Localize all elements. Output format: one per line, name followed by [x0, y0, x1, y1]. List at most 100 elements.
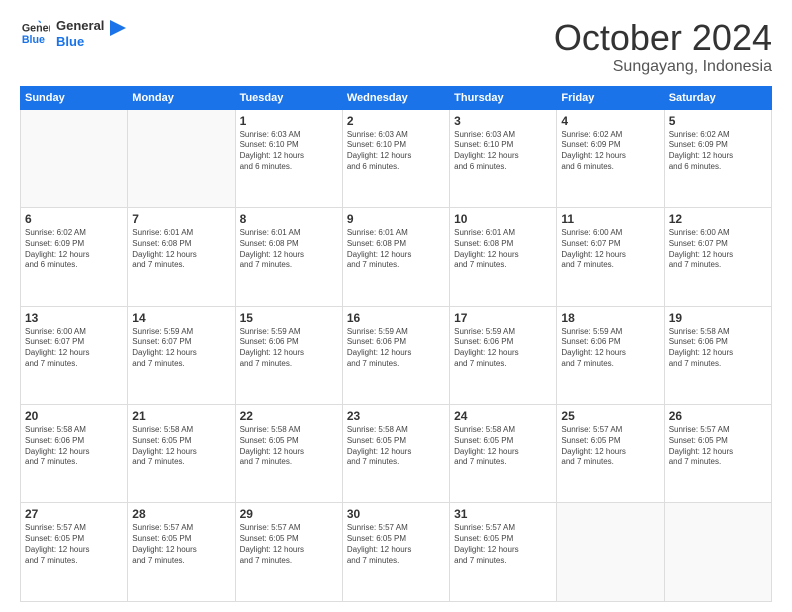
table-row: 19 Sunrise: 5:58 AMSunset: 6:06 PMDayligh… [664, 306, 771, 404]
day-info: Sunrise: 6:03 AMSunset: 6:10 PMDaylight:… [347, 130, 445, 173]
day-number: 23 [347, 409, 445, 423]
day-info: Sunrise: 5:57 AMSunset: 6:05 PMDaylight:… [25, 523, 123, 566]
logo: General Blue General Blue [20, 18, 126, 49]
day-info: Sunrise: 6:00 AMSunset: 6:07 PMDaylight:… [669, 228, 767, 271]
table-row: 11 Sunrise: 6:00 AMSunset: 6:07 PMDayligh… [557, 208, 664, 306]
table-row: 17 Sunrise: 5:59 AMSunset: 6:06 PMDayligh… [450, 306, 557, 404]
day-number: 24 [454, 409, 552, 423]
day-info: Sunrise: 6:02 AMSunset: 6:09 PMDaylight:… [669, 130, 767, 173]
day-number: 4 [561, 114, 659, 128]
day-number: 1 [240, 114, 338, 128]
day-number: 28 [132, 507, 230, 521]
calendar-week-row: 13 Sunrise: 6:00 AMSunset: 6:07 PMDayligh… [21, 306, 772, 404]
header-friday: Friday [557, 86, 664, 109]
calendar-table: Sunday Monday Tuesday Wednesday Thursday… [20, 86, 772, 602]
table-row: 7 Sunrise: 6:01 AMSunset: 6:08 PMDaylight… [128, 208, 235, 306]
day-number: 13 [25, 311, 123, 325]
table-row: 8Sunrise: 6:01 AMSunset: 6:08 PMDaylight… [235, 208, 342, 306]
table-row: 31Sunrise: 5:57 AMSunset: 6:05 PMDayligh… [450, 503, 557, 602]
day-number: 22 [240, 409, 338, 423]
table-row: 24 Sunrise: 5:58 AMSunset: 6:05 PMDayligh… [450, 405, 557, 503]
table-row: 27 Sunrise: 5:57 AMSunset: 6:05 PMDayligh… [21, 503, 128, 602]
header-saturday: Saturday [664, 86, 771, 109]
day-info: Sunrise: 5:58 AMSunset: 6:06 PMDaylight:… [669, 327, 767, 370]
day-number: 5 [669, 114, 767, 128]
day-info: Sunrise: 5:57 AMSunset: 6:05 PMDaylight:… [132, 523, 230, 566]
day-info: Sunrise: 6:00 AMSunset: 6:07 PMDaylight:… [561, 228, 659, 271]
table-row: 20Sunrise: 5:58 AMSunset: 6:06 PMDayligh… [21, 405, 128, 503]
table-row: 1 Sunrise: 6:03 AMSunset: 6:10 PMDaylight… [235, 109, 342, 207]
day-number: 10 [454, 212, 552, 226]
logo-line2: Blue [56, 34, 104, 50]
day-info: Sunrise: 6:01 AMSunset: 6:08 PMDaylight:… [132, 228, 230, 271]
table-row [557, 503, 664, 602]
day-number: 7 [132, 212, 230, 226]
table-row [664, 503, 771, 602]
header-sunday: Sunday [21, 86, 128, 109]
table-row [21, 109, 128, 207]
table-row: 14Sunrise: 5:59 AMSunset: 6:07 PMDayligh… [128, 306, 235, 404]
day-info: Sunrise: 5:57 AMSunset: 6:05 PMDaylight:… [347, 523, 445, 566]
day-number: 26 [669, 409, 767, 423]
table-row: 30 Sunrise: 5:57 AMSunset: 6:05 PMDayligh… [342, 503, 449, 602]
table-row: 2 Sunrise: 6:03 AMSunset: 6:10 PMDaylight… [342, 109, 449, 207]
day-info: Sunrise: 5:57 AMSunset: 6:05 PMDaylight:… [669, 425, 767, 468]
table-row: 28 Sunrise: 5:57 AMSunset: 6:05 PMDayligh… [128, 503, 235, 602]
day-info: Sunrise: 5:59 AMSunset: 6:06 PMDaylight:… [454, 327, 552, 370]
day-number: 16 [347, 311, 445, 325]
calendar-week-row: 6Sunrise: 6:02 AMSunset: 6:09 PMDaylight… [21, 208, 772, 306]
calendar-header-row: Sunday Monday Tuesday Wednesday Thursday… [21, 86, 772, 109]
day-info: Sunrise: 6:03 AMSunset: 6:10 PMDaylight:… [240, 130, 338, 173]
day-info: Sunrise: 6:00 AMSunset: 6:07 PMDaylight:… [25, 327, 123, 370]
table-row: 3Sunrise: 6:03 AMSunset: 6:10 PMDaylight… [450, 109, 557, 207]
day-info: Sunrise: 6:01 AMSunset: 6:08 PMDaylight:… [454, 228, 552, 271]
table-row: 26 Sunrise: 5:57 AMSunset: 6:05 PMDayligh… [664, 405, 771, 503]
day-number: 21 [132, 409, 230, 423]
table-row: 9Sunrise: 6:01 AMSunset: 6:08 PMDaylight… [342, 208, 449, 306]
table-row: 15Sunrise: 5:59 AMSunset: 6:06 PMDayligh… [235, 306, 342, 404]
header-thursday: Thursday [450, 86, 557, 109]
day-info: Sunrise: 6:02 AMSunset: 6:09 PMDaylight:… [25, 228, 123, 271]
location-subtitle: Sungayang, Indonesia [554, 58, 772, 76]
day-info: Sunrise: 5:58 AMSunset: 6:05 PMDaylight:… [454, 425, 552, 468]
logo-line1: General [56, 18, 104, 34]
day-number: 17 [454, 311, 552, 325]
calendar-week-row: 1 Sunrise: 6:03 AMSunset: 6:10 PMDaylight… [21, 109, 772, 207]
day-info: Sunrise: 5:59 AMSunset: 6:06 PMDaylight:… [561, 327, 659, 370]
day-number: 2 [347, 114, 445, 128]
day-info: Sunrise: 5:59 AMSunset: 6:06 PMDaylight:… [347, 327, 445, 370]
header-tuesday: Tuesday [235, 86, 342, 109]
svg-text:Blue: Blue [22, 34, 45, 46]
day-number: 25 [561, 409, 659, 423]
header-monday: Monday [128, 86, 235, 109]
svg-text:General: General [22, 22, 50, 34]
day-number: 19 [669, 311, 767, 325]
table-row: 13 Sunrise: 6:00 AMSunset: 6:07 PMDayligh… [21, 306, 128, 404]
day-info: Sunrise: 5:57 AMSunset: 6:05 PMDaylight:… [454, 523, 552, 566]
table-row: 23Sunrise: 5:58 AMSunset: 6:05 PMDayligh… [342, 405, 449, 503]
day-number: 30 [347, 507, 445, 521]
day-number: 27 [25, 507, 123, 521]
day-info: Sunrise: 5:59 AMSunset: 6:06 PMDaylight:… [240, 327, 338, 370]
day-number: 18 [561, 311, 659, 325]
logo-arrow-icon [110, 20, 126, 40]
table-row: 6Sunrise: 6:02 AMSunset: 6:09 PMDaylight… [21, 208, 128, 306]
day-info: Sunrise: 5:59 AMSunset: 6:07 PMDaylight:… [132, 327, 230, 370]
month-title: October 2024 [554, 18, 772, 58]
day-info: Sunrise: 5:57 AMSunset: 6:05 PMDaylight:… [240, 523, 338, 566]
day-number: 11 [561, 212, 659, 226]
page: General Blue General Blue October 2024 S… [0, 0, 792, 612]
day-number: 8 [240, 212, 338, 226]
header-wednesday: Wednesday [342, 86, 449, 109]
table-row: 4Sunrise: 6:02 AMSunset: 6:09 PMDaylight… [557, 109, 664, 207]
general-blue-logo-icon: General Blue [20, 20, 50, 48]
table-row: 29Sunrise: 5:57 AMSunset: 6:05 PMDayligh… [235, 503, 342, 602]
table-row: 16 Sunrise: 5:59 AMSunset: 6:06 PMDayligh… [342, 306, 449, 404]
table-row: 18 Sunrise: 5:59 AMSunset: 6:06 PMDayligh… [557, 306, 664, 404]
table-row: 12Sunrise: 6:00 AMSunset: 6:07 PMDayligh… [664, 208, 771, 306]
calendar-week-row: 20Sunrise: 5:58 AMSunset: 6:06 PMDayligh… [21, 405, 772, 503]
title-block: October 2024 Sungayang, Indonesia [554, 18, 772, 76]
header: General Blue General Blue October 2024 S… [20, 18, 772, 76]
day-info: Sunrise: 5:58 AMSunset: 6:05 PMDaylight:… [240, 425, 338, 468]
day-info: Sunrise: 6:01 AMSunset: 6:08 PMDaylight:… [347, 228, 445, 271]
